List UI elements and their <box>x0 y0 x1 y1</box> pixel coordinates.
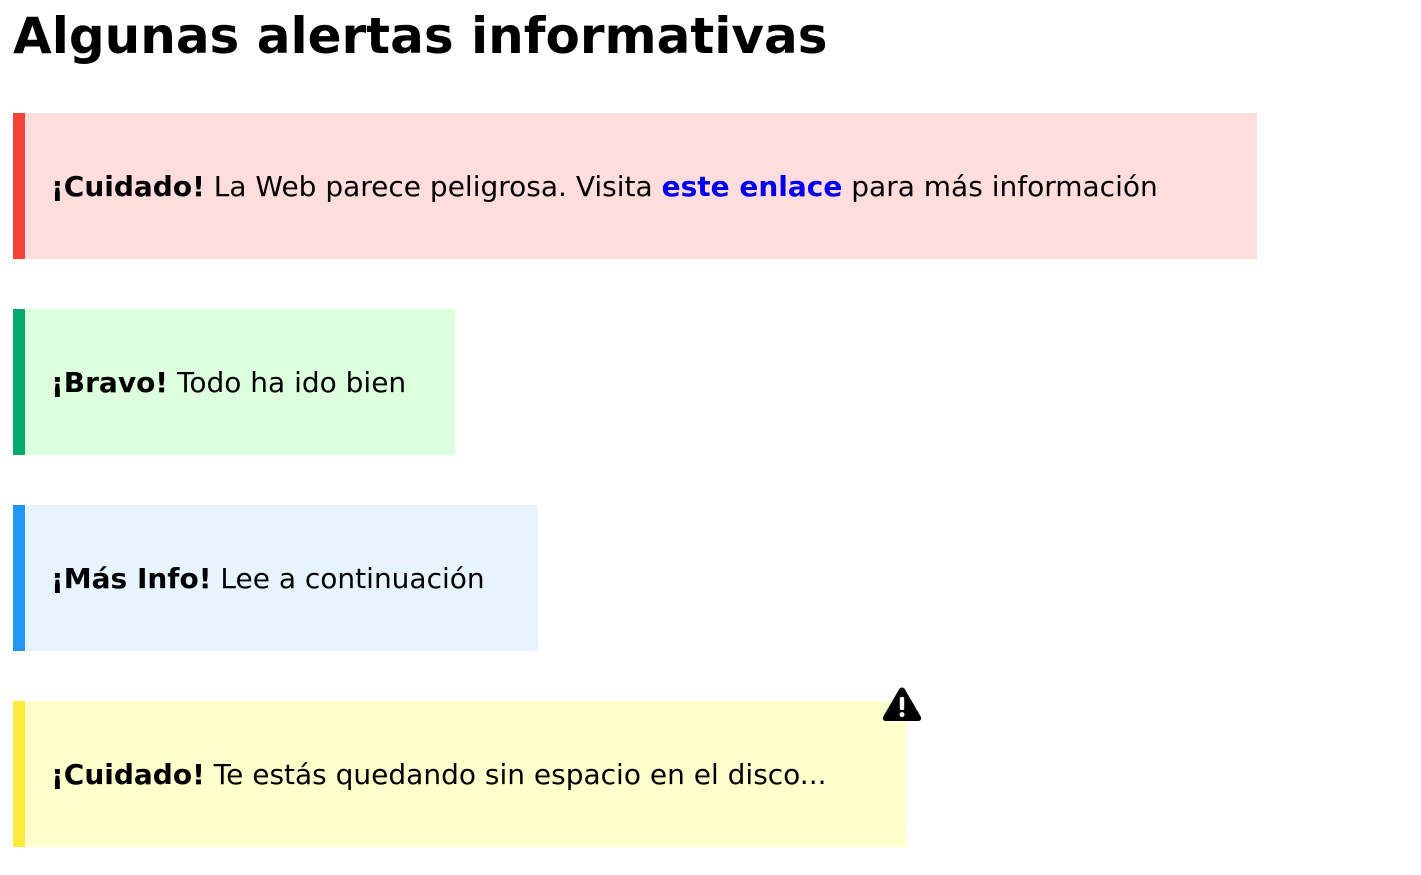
warning-triangle-icon <box>882 687 922 721</box>
alert-danger: ¡Cuidado! La Web parece peligrosa. Visit… <box>13 113 1257 259</box>
alert-info: ¡Más Info! Lee a continuación <box>13 505 538 651</box>
alert-info-strong: ¡Más Info! <box>51 561 212 595</box>
alert-danger-strong: ¡Cuidado! <box>51 169 205 203</box>
alert-success-strong: ¡Bravo! <box>51 365 169 399</box>
alert-warning-text: Te estás quedando sin espacio en el disc… <box>213 757 827 791</box>
alert-info-text: Lee a continuación <box>220 561 485 595</box>
page-title: Algunas alertas informativas <box>13 7 828 65</box>
alert-success: ¡Bravo! Todo ha ido bien <box>13 309 455 455</box>
alert-success-text: Todo ha ido bien <box>176 365 407 399</box>
more-info-link[interactable]: este enlace <box>662 170 843 203</box>
page: Algunas alertas informativas ¡Cuidado! L… <box>0 0 1421 875</box>
alert-danger-text-before: La Web parece peligrosa. Visita <box>213 169 653 203</box>
alert-warning-strong: ¡Cuidado! <box>51 757 205 791</box>
alert-danger-text-after: para más información <box>851 169 1158 203</box>
alert-warning: ¡Cuidado! Te estás quedando sin espacio … <box>13 701 906 847</box>
